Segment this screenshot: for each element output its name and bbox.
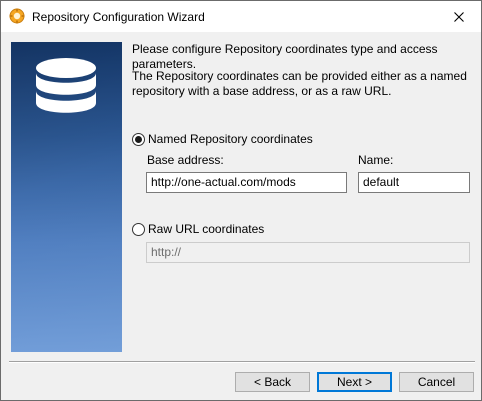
title-bar: Repository Configuration Wizard	[1, 1, 481, 32]
wizard-app-icon	[9, 8, 25, 24]
intro-text-2: The Repository coordinates can be provid…	[132, 69, 467, 98]
close-icon	[454, 11, 464, 22]
wizard-window: Repository Configuration Wizard Please c…	[0, 0, 482, 401]
window-title: Repository Configuration Wizard	[32, 10, 205, 24]
name-input[interactable]: default	[358, 172, 470, 193]
name-label: Name:	[358, 153, 394, 167]
back-button[interactable]: < Back	[235, 372, 310, 392]
wizard-body: Please configure Repository coordinates …	[1, 32, 481, 400]
button-separator	[9, 361, 475, 363]
raw-url-radio[interactable]	[132, 223, 145, 236]
raw-url-input[interactable]: http://	[146, 242, 470, 263]
cancel-button[interactable]: Cancel	[399, 372, 474, 392]
named-radio-label[interactable]: Named Repository coordinates	[148, 132, 313, 146]
intro-text-1: Please configure Repository coordinates …	[132, 42, 438, 71]
wizard-banner	[11, 42, 122, 352]
close-button[interactable]	[437, 1, 481, 32]
base-address-label: Base address:	[147, 153, 224, 167]
base-address-input[interactable]: http://one-actual.com/mods	[146, 172, 347, 193]
raw-url-radio-label[interactable]: Raw URL coordinates	[148, 222, 264, 236]
named-radio[interactable]	[132, 133, 145, 146]
database-icon	[36, 58, 96, 113]
next-button[interactable]: Next >	[317, 372, 392, 392]
